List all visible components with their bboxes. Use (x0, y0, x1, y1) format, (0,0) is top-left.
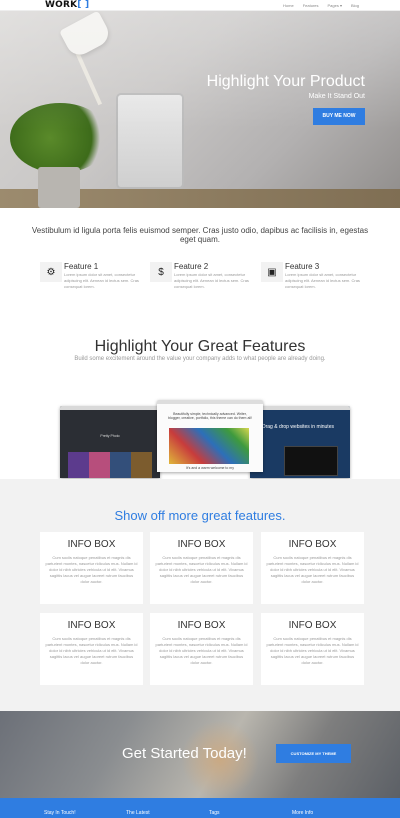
footer-heading-stay-in-touch: Stay In Touch! (44, 810, 76, 816)
info-box-heading: INFO BOX (67, 539, 116, 550)
artwork-image (169, 428, 249, 464)
info-box-heading: INFO BOX (288, 539, 337, 550)
footer-heading-latest: The Latest (126, 810, 150, 816)
logo[interactable]: WORK[ ] (45, 0, 89, 11)
showcase-subtitle: Build some excitement around the value y… (74, 356, 326, 362)
info-box: INFO BOX Cum sociis natoque penatibus et… (40, 532, 143, 604)
info-box: INFO BOX Cum sociis natoque penatibus et… (150, 613, 253, 685)
info-box: INFO BOX Cum sociis natoque penatibus et… (261, 613, 364, 685)
nav-link-features[interactable]: Features (303, 0, 319, 11)
info-title: Show off more great features. (114, 508, 286, 523)
screenshot-right: Drag & drop websites in minutes (250, 406, 350, 478)
nav-link-blog[interactable]: Blog (351, 0, 359, 11)
logo-accent: [ ] (77, 0, 90, 10)
customize-theme-button[interactable]: CUSTOMIZE MY THEME (276, 744, 351, 763)
screenshot-caption: It's and a warm welcome to my (186, 466, 234, 470)
info-box-text: Cum sociis natoque penatibus et magnis d… (45, 636, 138, 665)
footer: Stay In Touch! The Latest Tags More Info (0, 798, 400, 818)
feature-title: Feature 2 (174, 262, 209, 271)
browser-bar (157, 400, 263, 404)
browser-bar (250, 406, 350, 410)
info-box-heading: INFO BOX (177, 539, 226, 550)
info-box-text: Cum sociis natoque penatibus et magnis d… (266, 555, 359, 584)
nav-link-pages[interactable]: Pages ▾ (328, 0, 342, 11)
photo-grid-image (68, 452, 152, 478)
screenshot-text: Beautifully simple, technically advanced… (168, 412, 252, 420)
info-box: INFO BOX Cum sociis natoque penatibus et… (40, 613, 143, 685)
feature-2: $ Feature 2 Lorem ipsum dolor sit amet, … (150, 262, 260, 304)
info-box-heading: INFO BOX (288, 620, 337, 631)
info-box-heading: INFO BOX (67, 620, 116, 631)
briefcase-icon: ▣ (261, 262, 283, 282)
screenshots: Pretty Photo Drag & drop websites in min… (60, 400, 350, 478)
hero-subtitle: Make It Stand Out (308, 93, 365, 100)
nav-link-home[interactable]: Home (283, 0, 294, 11)
feature-3: ▣ Feature 3 Lorem ipsum dolor sit amet, … (261, 262, 371, 304)
buy-now-button[interactable]: BUY ME NOW (313, 108, 365, 125)
info-box-text: Cum sociis natoque penatibus et magnis d… (155, 555, 248, 584)
footer-heading-tags: Tags (209, 810, 220, 816)
cta-title: Get Started Today! (122, 745, 247, 762)
navbar: WORK[ ] Home Features Pages ▾ Blog (0, 0, 400, 11)
screenshot-text: Pretty Photo (100, 434, 120, 438)
info-box: INFO BOX Cum sociis natoque penatibus et… (261, 532, 364, 604)
nav-links: Home Features Pages ▾ Blog (283, 0, 359, 11)
screenshot-center: Beautifully simple, technically advanced… (157, 400, 263, 472)
feature-description: Lorem ipsum dolor sit amet, consectetur … (174, 272, 249, 289)
feature-1: ⚙ Feature 1 Lorem ipsum dolor sit amet, … (40, 262, 150, 304)
dollar-icon: $ (150, 262, 172, 282)
info-box-heading: INFO BOX (177, 620, 226, 631)
info-box: INFO BOX Cum sociis natoque penatibus et… (150, 532, 253, 604)
info-box-text: Cum sociis natoque penatibus et magnis d… (266, 636, 359, 665)
gear-icon: ⚙ (40, 262, 62, 282)
screenshot-left: Pretty Photo (60, 406, 160, 478)
device-image (284, 446, 338, 476)
info-box-text: Cum sociis natoque penatibus et magnis d… (155, 636, 248, 665)
hero-title: Highlight Your Product (206, 73, 365, 90)
showcase-title: Highlight Your Great Features (94, 338, 306, 355)
info-box-text: Cum sociis natoque penatibus et magnis d… (45, 555, 138, 584)
feature-description: Lorem ipsum dolor sit amet, consectetur … (64, 272, 139, 289)
browser-bar (60, 406, 160, 410)
footer-heading-more-info: More Info (292, 810, 314, 816)
logo-text: WORK (45, 0, 78, 10)
feature-title: Feature 3 (285, 262, 320, 271)
screenshot-text: Drag & drop websites in minutes (262, 424, 334, 430)
page: WORK[ ] Home Features Pages ▾ Blog Highl… (0, 0, 400, 818)
intro-text: Vestibulum id ligula porta felis euismod… (31, 226, 369, 244)
feature-description: Lorem ipsum dolor sit amet, consectetur … (285, 272, 360, 289)
feature-title: Feature 1 (64, 262, 99, 271)
